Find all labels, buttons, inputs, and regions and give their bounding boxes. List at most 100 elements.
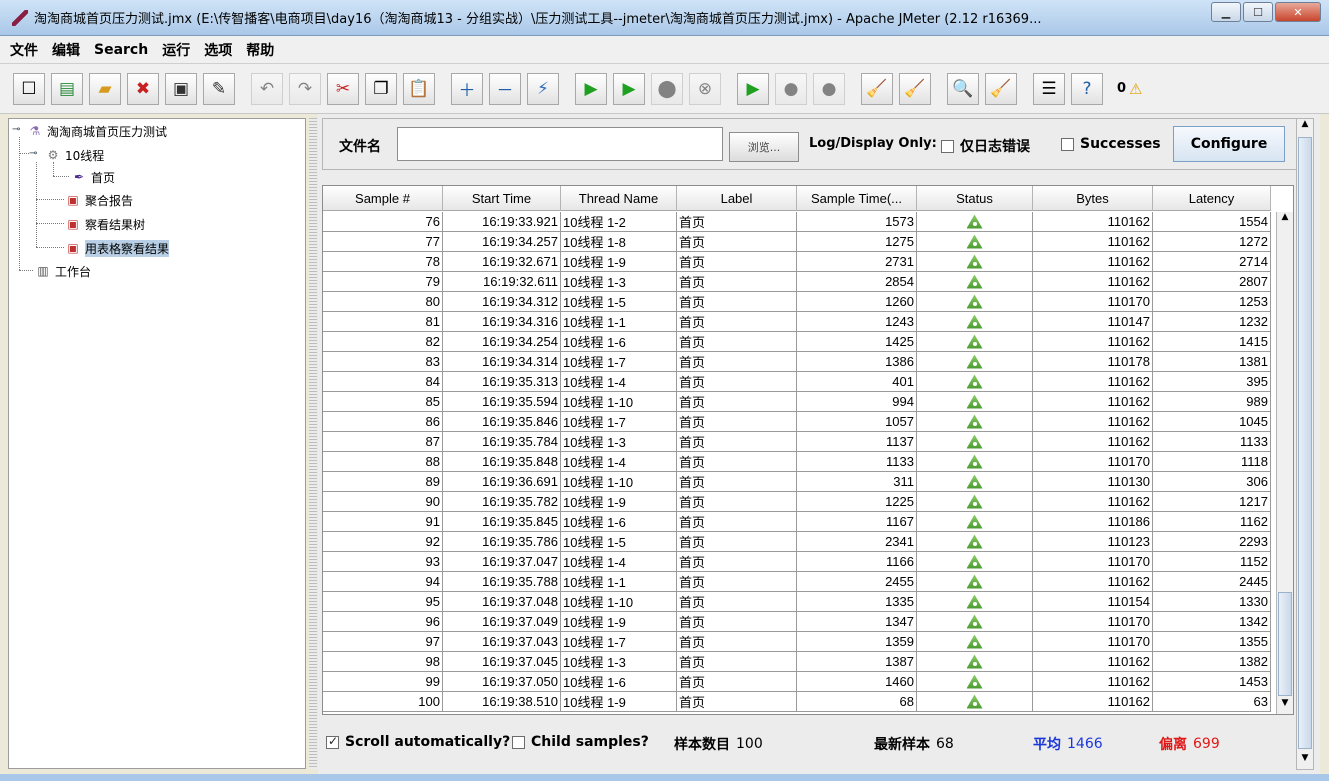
tree-node-test-plan[interactable]: ⚗ 淘淘商城首页压力测试 <box>27 122 167 140</box>
column-header[interactable]: Status <box>917 186 1033 211</box>
table-row[interactable]: 8216:19:34.25410线程 1-6首页1425 ok 1101621415 <box>323 332 1276 352</box>
table-row[interactable]: 8016:19:34.31210线程 1-5首页1260 ok 1101701253 <box>323 292 1276 312</box>
start-icon[interactable]: ▶ <box>575 72 607 105</box>
templates-icon[interactable]: ▤ <box>51 72 83 105</box>
shutdown-icon[interactable]: ⊗ <box>689 72 721 105</box>
column-header[interactable]: Label <box>677 186 797 211</box>
table-row[interactable]: 8616:19:35.84610线程 1-7首页1057 ok 1101621045 <box>323 412 1276 432</box>
tree-node-aggregate-report[interactable]: ▣ 聚合报告 <box>65 191 133 209</box>
checkbox-box[interactable] <box>1061 137 1074 151</box>
function-helper-icon[interactable]: ☰ <box>1033 72 1065 105</box>
redo-icon[interactable]: ↷ <box>289 72 321 105</box>
table-row[interactable]: 8516:19:35.59410线程 1-10首页994 ok 110162989 <box>323 392 1276 412</box>
table-row[interactable]: 9516:19:37.04810线程 1-10首页1335 ok 110154133… <box>323 592 1276 612</box>
table-row[interactable]: 9316:19:37.04710线程 1-4首页1166 ok 1101701152 <box>323 552 1276 572</box>
undo-icon[interactable]: ↶ <box>251 72 283 105</box>
successes-checkbox[interactable]: Successes <box>1061 136 1161 152</box>
tree-toggle-thread-group[interactable]: ⊸ <box>29 148 37 159</box>
table-row[interactable]: 9916:19:37.05010线程 1-6首页1460 ok 1101621453 <box>323 672 1276 692</box>
maximize-button[interactable]: ☐ <box>1243 2 1273 22</box>
reset-search-icon[interactable]: 🧹 <box>985 72 1017 105</box>
tree-node-results-table[interactable]: ▣ 用表格察看结果 <box>65 239 170 257</box>
column-header[interactable]: Latency <box>1153 186 1271 211</box>
panel-scrollbar[interactable]: ▲ ▼ <box>1296 118 1314 770</box>
save-icon[interactable]: ▣ <box>165 72 197 105</box>
table-row[interactable]: 8416:19:35.31310线程 1-4首页401 ok 110162395 <box>323 372 1276 392</box>
scroll-up-arrow-icon[interactable]: ▲ <box>1297 119 1313 135</box>
toggle-icon[interactable]: ⚡ <box>527 72 559 105</box>
help-icon[interactable]: ? <box>1071 72 1103 105</box>
menu-edit[interactable]: 编辑 <box>52 40 80 60</box>
collapse-all-icon[interactable]: － <box>489 72 521 105</box>
paste-icon[interactable]: 📋 <box>403 72 435 105</box>
scrollbar-thumb[interactable] <box>1278 592 1292 696</box>
table-row[interactable]: 9816:19:37.04510线程 1-3首页1387 ok 1101621382 <box>323 652 1276 672</box>
menu-help[interactable]: 帮助 <box>246 40 274 60</box>
remote-start-all-icon[interactable]: ▶ <box>737 72 769 105</box>
scroll-auto-checkbox[interactable]: Scroll automatically? <box>326 734 510 750</box>
menu-search[interactable]: Search <box>94 42 148 58</box>
filename-input[interactable] <box>397 127 723 161</box>
column-header[interactable]: Sample # <box>323 186 443 211</box>
start-no-pauses-icon[interactable]: ▶ <box>613 72 645 105</box>
table-row[interactable]: 8716:19:35.78410线程 1-3首页1137 ok 1101621133 <box>323 432 1276 452</box>
tree-node-results-tree[interactable]: ▣ 察看结果树 <box>65 215 145 233</box>
scroll-down-arrow-icon[interactable]: ▼ <box>1297 753 1313 769</box>
configure-button[interactable]: Configure <box>1173 126 1285 162</box>
table-row[interactable]: 7916:19:32.61110线程 1-3首页2854 ok 1101622807 <box>323 272 1276 292</box>
open-icon[interactable]: ▰ <box>89 72 121 105</box>
menu-file[interactable]: 文件 <box>10 40 38 60</box>
errors-only-checkbox[interactable]: 仅日志错误 <box>941 136 1030 156</box>
close-file-icon[interactable]: ✖ <box>127 72 159 105</box>
scrollbar-thumb[interactable] <box>1298 137 1312 749</box>
tree-node-workbench[interactable]: ▥ 工作台 <box>35 262 91 280</box>
close-button[interactable]: ✕ <box>1275 2 1321 22</box>
warning-count[interactable]: 0 ⚠ <box>1117 80 1143 98</box>
menu-run[interactable]: 运行 <box>162 40 190 60</box>
checkbox-box[interactable] <box>512 735 525 749</box>
table-row[interactable]: 9216:19:35.78610线程 1-5首页2341 ok 1101232293 <box>323 532 1276 552</box>
clear-icon[interactable]: 🧹 <box>861 72 893 105</box>
tree-node-sampler[interactable]: ✒ 首页 <box>71 168 115 186</box>
expand-all-icon[interactable]: ＋ <box>451 72 483 105</box>
column-header[interactable]: Start Time <box>443 186 561 211</box>
table-row[interactable]: 10016:19:38.51010线程 1-9首页68 ok 11016263 <box>323 692 1276 712</box>
scroll-up-arrow-icon[interactable]: ▲ <box>1277 212 1293 228</box>
save-as-icon[interactable]: ✎ <box>203 72 235 105</box>
minimize-button[interactable]: ▁ <box>1211 2 1241 22</box>
table-row[interactable]: 8116:19:34.31610线程 1-1首页1243 ok 1101471232 <box>323 312 1276 332</box>
table-row[interactable]: 9116:19:35.84510线程 1-6首页1167 ok 1101861162 <box>323 512 1276 532</box>
table-row[interactable]: 7816:19:32.67110线程 1-9首页2731 ok 1101622714 <box>323 252 1276 272</box>
column-header[interactable]: Thread Name <box>561 186 677 211</box>
table-row[interactable]: 7616:19:33.92110线程 1-2首页1573 ok 1101621554 <box>323 212 1276 232</box>
table-cell: 1225 <box>797 492 917 512</box>
table-scrollbar[interactable]: ▲ ▼ <box>1276 212 1293 714</box>
panel-splitter[interactable] <box>309 118 317 769</box>
browse-button[interactable]: 浏览... <box>729 132 799 162</box>
table-row[interactable]: 9716:19:37.04310线程 1-7首页1359 ok 1101701355 <box>323 632 1276 652</box>
table-row[interactable]: 8316:19:34.31410线程 1-7首页1386 ok 1101781381 <box>323 352 1276 372</box>
table-row[interactable]: 9016:19:35.78210线程 1-9首页1225 ok 1101621217 <box>323 492 1276 512</box>
clear-all-icon[interactable]: 🧹 <box>899 72 931 105</box>
table-row[interactable]: 7716:19:34.25710线程 1-8首页1275 ok 1101621272 <box>323 232 1276 252</box>
checkbox-box[interactable] <box>326 734 339 749</box>
checkbox-box[interactable] <box>941 139 954 153</box>
table-row[interactable]: 8816:19:35.84810线程 1-4首页1133 ok 1101701118 <box>323 452 1276 472</box>
cut-icon[interactable]: ✂ <box>327 72 359 105</box>
menu-options[interactable]: 选项 <box>204 40 232 60</box>
column-header[interactable]: Bytes <box>1033 186 1153 211</box>
tree-toggle-root[interactable]: ⊸ <box>12 124 20 135</box>
remote-shutdown-all-icon[interactable]: ● <box>813 72 845 105</box>
child-samples-checkbox[interactable]: Child samples? <box>512 734 649 750</box>
table-row[interactable]: 9616:19:37.04910线程 1-9首页1347 ok 1101701342 <box>323 612 1276 632</box>
copy-icon[interactable]: ❐ <box>365 72 397 105</box>
table-row[interactable]: 9416:19:35.78810线程 1-1首页2455 ok 1101622445 <box>323 572 1276 592</box>
scroll-down-arrow-icon[interactable]: ▼ <box>1277 698 1293 714</box>
table-row[interactable]: 8916:19:36.69110线程 1-10首页311 ok 110130306 <box>323 472 1276 492</box>
column-header[interactable]: Sample Time(... <box>797 186 917 211</box>
stop-icon[interactable]: ⬤ <box>651 72 683 105</box>
remote-stop-all-icon[interactable]: ● <box>775 72 807 105</box>
table-cell: ok <box>917 292 1033 312</box>
new-icon[interactable]: ☐ <box>13 72 45 105</box>
search-icon[interactable]: 🔍 <box>947 72 979 105</box>
